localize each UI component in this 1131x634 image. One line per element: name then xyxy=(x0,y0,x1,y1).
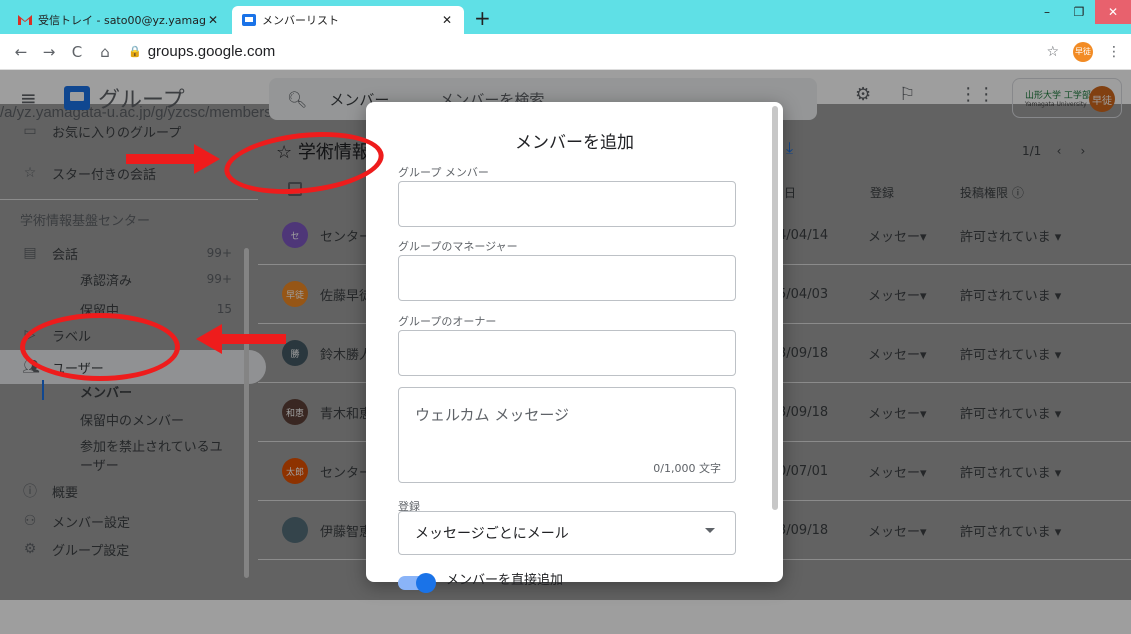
browser-menu-icon[interactable]: ⋮ xyxy=(1107,44,1121,60)
add-member-dialog: メンバーを追加 グループ メンバー グループのマネージャー グループのオーナー … xyxy=(366,102,783,593)
direct-add-label: メンバーを直接追加 xyxy=(446,573,564,588)
tab-title: 受信トレイ - sato00@yz.yamaga xyxy=(38,14,206,27)
gmail-icon xyxy=(18,14,32,26)
bookmark-star-icon[interactable]: ☆ xyxy=(1046,44,1059,60)
annotation-ellipse-users xyxy=(20,313,180,381)
address-bar: ← → C ⌂ 🔒 groups.google.com/a/yz.yamagat… xyxy=(0,34,1131,634)
chevron-down-icon xyxy=(705,528,715,533)
reload-icon[interactable]: C xyxy=(66,43,88,61)
annotation-arrow-left xyxy=(196,324,286,354)
welcome-placeholder: ウェルカム メッセージ xyxy=(415,406,570,424)
new-tab-button[interactable]: + xyxy=(474,6,491,30)
managers-input[interactable] xyxy=(398,255,736,301)
group-members-input[interactable] xyxy=(398,181,736,227)
close-icon[interactable]: ✕ xyxy=(440,13,454,27)
browser-tab-members[interactable]: メンバーリスト ✕ xyxy=(232,6,464,34)
group-members-label: グループ メンバー xyxy=(398,166,489,179)
home-icon[interactable]: ⌂ xyxy=(94,43,116,61)
forward-icon[interactable]: → xyxy=(38,43,60,61)
subscription-select[interactable]: メッセージごとにメール xyxy=(398,511,736,555)
subscription-value: メッセージごとにメール xyxy=(415,526,569,542)
window-close-button[interactable]: ✕ xyxy=(1095,0,1131,24)
dialog-title: メンバーを追加 xyxy=(515,133,634,153)
window-controls: – ❐ ✕ xyxy=(1031,0,1131,24)
groups-icon xyxy=(242,14,256,26)
close-icon[interactable]: ✕ xyxy=(206,13,220,27)
direct-add-toggle[interactable] xyxy=(398,573,436,593)
maximize-button[interactable]: ❐ xyxy=(1063,0,1095,24)
browser-tab-gmail[interactable]: 受信トレイ - sato00@yz.yamaga ✕ xyxy=(8,6,230,34)
back-icon[interactable]: ← xyxy=(10,43,32,61)
char-counter: 0/1,000 文字 xyxy=(653,462,721,475)
lock-icon[interactable]: 🔒 xyxy=(128,45,142,58)
profile-avatar[interactable]: 早徒 xyxy=(1073,41,1093,62)
managers-label: グループのマネージャー xyxy=(398,240,518,253)
annotation-arrow-right xyxy=(126,144,220,174)
url-field[interactable]: groups.google.com/a/yz.yamagata-u.ac.jp/… xyxy=(0,43,1131,634)
owners-input[interactable] xyxy=(398,330,736,376)
owners-label: グループのオーナー xyxy=(398,315,497,328)
welcome-message-textarea[interactable]: ウェルカム メッセージ 0/1,000 文字 xyxy=(398,387,736,483)
url-host: groups.google.com xyxy=(147,43,276,60)
tab-title: メンバーリスト xyxy=(262,14,339,27)
minimize-button[interactable]: – xyxy=(1031,0,1063,24)
dialog-scrollbar[interactable] xyxy=(772,106,778,510)
browser-tabstrip: 受信トレイ - sato00@yz.yamaga ✕ メンバーリスト ✕ + –… xyxy=(0,0,1131,34)
